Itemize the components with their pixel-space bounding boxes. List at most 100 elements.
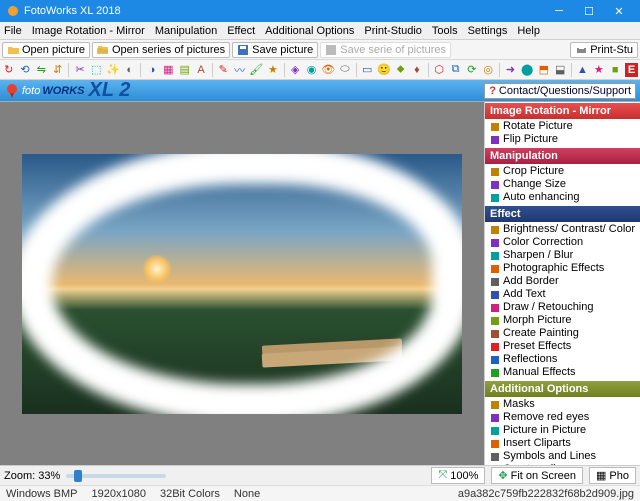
tool-icon-9[interactable]: ▦ [162,63,175,77]
photo-preview [22,154,462,414]
tool-icon-31[interactable]: ⬓ [554,63,567,77]
menu-manipulation[interactable]: Manipulation [155,25,217,37]
menu-print[interactable]: Print-Studio [364,25,421,37]
additional-item-0[interactable]: Masks [485,398,640,411]
tool-icon-19[interactable]: ⬭ [338,63,351,77]
tool-icon-5[interactable]: ⬚ [90,63,103,77]
tool-icon-11[interactable]: A [194,63,207,77]
tool-icon-1[interactable]: ⟲ [18,63,31,77]
photo-button[interactable]: ▦Pho [589,467,636,484]
effect-item-0[interactable]: Brightness/ Contrast/ Color [485,223,640,236]
item-label: Draw / Retouching [503,301,594,314]
tool-icon-32[interactable]: ▲ [576,63,589,77]
item-label: Picture in Picture [503,424,586,437]
tool-icon-27[interactable]: ◎ [482,63,495,77]
tool-icon-8[interactable]: ◑ [145,63,158,77]
tool-icon-24[interactable]: ⬡ [433,63,446,77]
rotation-item-1[interactable]: Flip Picture [485,133,640,146]
item-label: Photographic Effects [503,262,604,275]
save-picture-button[interactable]: Save picture [232,42,318,58]
item-label: Brightness/ Contrast/ Color [503,223,635,236]
item-label: Add Border [503,275,559,288]
tool-icon-2[interactable]: ⇋ [35,63,48,77]
menu-tools[interactable]: Tools [432,25,458,37]
tool-icon-20[interactable]: ▭ [361,63,374,77]
effect-item-11[interactable]: Manual Effects [485,366,640,379]
item-label: Reflections [503,353,557,366]
open-series-button[interactable]: Open series of pictures [92,42,230,58]
item-icon [489,328,500,339]
effect-item-5[interactable]: Add Text [485,288,640,301]
rotation-item-0[interactable]: Rotate Picture [485,120,640,133]
tool-icon-4[interactable]: ✂ [73,63,86,77]
effect-item-2[interactable]: Sharpen / Blur [485,249,640,262]
manipulation-item-2[interactable]: Auto enhancing [485,191,640,204]
tool-icon-13[interactable]: 〰 [233,63,246,77]
effect-item-4[interactable]: Add Border [485,275,640,288]
folder-multi-icon [97,44,109,56]
effect-item-8[interactable]: Create Painting [485,327,640,340]
additional-item-4[interactable]: Symbols and Lines [485,450,640,463]
app-logo: fotoWORKS XL 2 [4,82,130,100]
tool-icon-26[interactable]: ⟳ [465,63,478,77]
tool-icon-0[interactable]: ↻ [2,63,15,77]
item-icon [489,166,500,177]
maximize-button[interactable]: ☐ [574,0,604,22]
additional-item-2[interactable]: Picture in Picture [485,424,640,437]
tool-icon-10[interactable]: ▤ [178,63,191,77]
tool-icon-30[interactable]: ⬒ [537,63,550,77]
support-button[interactable]: ? Contact/Questions/Support [484,83,636,99]
zoom-label: Zoom: 33% [4,470,60,482]
canvas-area[interactable] [0,102,485,465]
tool-icon-15[interactable]: ★ [266,63,279,77]
effect-item-7[interactable]: Morph Picture [485,314,640,327]
effect-item-10[interactable]: Reflections [485,353,640,366]
menu-file[interactable]: File [4,25,22,37]
effect-item-6[interactable]: Draw / Retouching [485,301,640,314]
tool-icon-3[interactable]: ⇵ [51,63,64,77]
app-icon [6,4,20,18]
separator [571,63,572,77]
status-size: 1920x1080 [92,488,146,500]
zoom-slider[interactable] [66,474,166,478]
tool-icon-18[interactable]: 👁 [321,63,335,77]
tool-icon-21[interactable]: 🙂 [377,63,391,77]
tool-icon-28[interactable]: ➜ [504,63,517,77]
tool-icon-23[interactable]: ♦ [410,63,423,77]
tool-icon-25[interactable]: ⧉ [449,63,462,77]
tool-icon-22[interactable]: ⬥ [394,63,407,77]
zoom-bar: Zoom: 33% ⤧100% ✥Fit on Screen ▦Pho [0,465,640,485]
tool-icon-29[interactable]: ⬤ [520,63,534,77]
menu-rotation[interactable]: Image Rotation - Mirror [32,25,145,37]
tool-icon-14[interactable]: 🖌 [249,63,263,77]
tool-icon-16[interactable]: ◈ [289,63,302,77]
tool-icon-6[interactable]: ✨ [106,63,120,77]
print-studio-button[interactable]: Print-Stu [570,42,638,58]
menu-help[interactable]: Help [517,25,540,37]
open-picture-button[interactable]: Open picture [2,42,90,58]
tool-icon-7[interactable]: ◐ [123,63,136,77]
manipulation-item-0[interactable]: Crop Picture [485,165,640,178]
manipulation-item-1[interactable]: Change Size [485,178,640,191]
tool-icon-33[interactable]: ★ [592,63,605,77]
menu-settings[interactable]: Settings [468,25,508,37]
tool-icon-12[interactable]: ✎ [217,63,230,77]
zoom-100-button[interactable]: ⤧100% [431,467,485,484]
menu-effect[interactable]: Effect [227,25,255,37]
zoom-slider-thumb[interactable] [74,470,82,482]
fit-screen-button[interactable]: ✥Fit on Screen [491,467,583,484]
additional-item-5[interactable]: Create collage [485,463,640,465]
effect-item-3[interactable]: Photographic Effects [485,262,640,275]
effect-item-1[interactable]: Color Correction [485,236,640,249]
additional-item-1[interactable]: Remove red eyes [485,411,640,424]
minimize-button[interactable]: ─ [544,0,574,22]
tool-icon-17[interactable]: ◉ [305,63,318,77]
additional-item-3[interactable]: Insert Cliparts [485,437,640,450]
item-icon [489,192,500,203]
tool-icon-35[interactable]: E [625,63,638,77]
tool-icon-34[interactable]: ■ [608,63,621,77]
panel-effect-header: Effect [485,205,640,222]
close-button[interactable]: ✕ [604,0,634,22]
effect-item-9[interactable]: Preset Effects [485,340,640,353]
menu-additional[interactable]: Additional Options [265,25,354,37]
